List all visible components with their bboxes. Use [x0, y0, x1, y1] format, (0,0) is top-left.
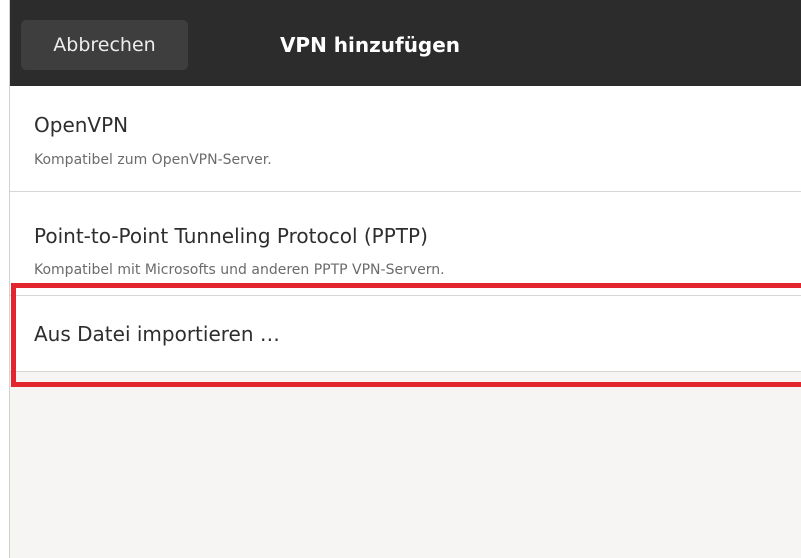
add-vpn-dialog: Abbrechen VPN hinzufügen OpenVPN Kompati…: [9, 0, 801, 558]
option-title: OpenVPN: [34, 113, 129, 137]
vpn-option-openvpn[interactable]: OpenVPN Kompatibel zum OpenVPN-Server.: [10, 86, 801, 192]
vpn-option-pptp[interactable]: Point-to-Point Tunneling Protocol (PPTP)…: [10, 192, 801, 296]
option-title: Aus Datei importieren …: [34, 322, 280, 346]
dialog-title: VPN hinzufügen: [279, 33, 461, 57]
option-title: Point-to-Point Tunneling Protocol (PPTP): [34, 224, 428, 248]
option-description: Kompatibel mit Microsofts und anderen PP…: [34, 262, 445, 278]
cancel-button[interactable]: Abbrechen: [21, 20, 188, 70]
vpn-type-list: OpenVPN Kompatibel zum OpenVPN-Server. P…: [10, 86, 801, 372]
vpn-option-import-from-file[interactable]: Aus Datei importieren …: [10, 296, 801, 372]
option-description: Kompatibel zum OpenVPN-Server.: [34, 152, 272, 168]
dialog-header-bar: Abbrechen VPN hinzufügen: [10, 0, 801, 86]
